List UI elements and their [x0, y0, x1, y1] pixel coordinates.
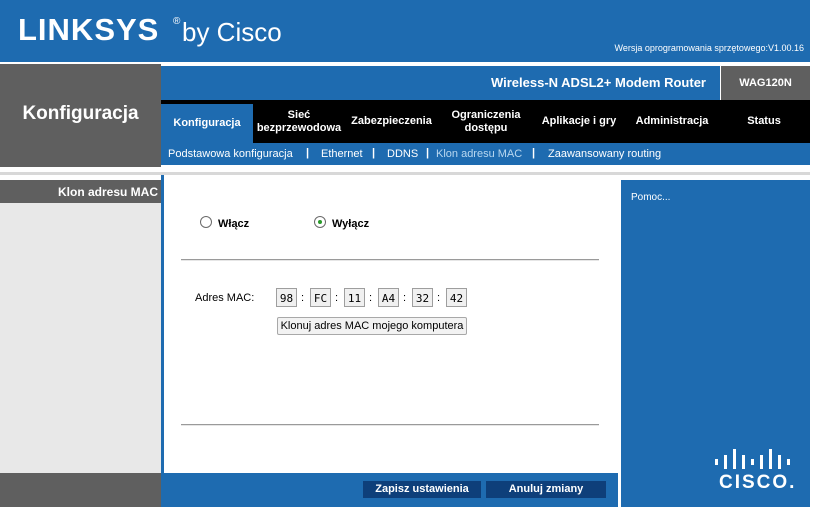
mac-octet-6-field[interactable]: 42 — [446, 288, 467, 307]
subnav-podstawowa-konfiguracja[interactable]: Podstawowa konfiguracja — [168, 148, 293, 160]
model-number: WAG120N — [721, 66, 810, 100]
subnav-ddns[interactable]: DDNS — [387, 148, 418, 160]
logo-by-cisco: by Cisco — [182, 17, 282, 47]
section-title: Konfiguracja — [22, 103, 139, 124]
subnav-zaawansowany-routing[interactable]: Zaawansowany routing — [548, 148, 661, 160]
left-footer — [0, 473, 161, 507]
mac-separator: : — [437, 292, 441, 304]
linksys-logo: LINKSYS — [18, 12, 160, 47]
left-panel — [0, 180, 161, 473]
product-name: Wireless-N ADSL2+ Modem Router — [490, 75, 706, 90]
page-subsection-label: Klon adresu MAC — [57, 185, 158, 199]
mac-address-label: Adres MAC: — [195, 292, 255, 304]
mac-octet-4-field[interactable]: A4 — [378, 288, 399, 307]
form-divider — [181, 259, 599, 261]
mac-octet-2-field[interactable]: FC — [310, 288, 331, 307]
firmware-version: Wersja oprogramowania sprzętowego:V1.00.… — [614, 43, 804, 53]
radio-enable[interactable] — [200, 216, 212, 228]
subnav-ethernet[interactable]: Ethernet — [321, 148, 363, 160]
radio-enable-label: Włącz — [218, 218, 250, 230]
logo-registered-mark: ® — [173, 16, 181, 27]
help-link[interactable]: Pomoc... — [631, 192, 670, 203]
radio-disable-label: Wyłącz — [332, 218, 370, 230]
save-settings-button[interactable]: Zapisz ustawienia — [363, 481, 481, 498]
subnav-separator: | — [372, 147, 376, 159]
divider — [0, 172, 810, 175]
clone-mac-button[interactable]: Klonuj adres MAC mojego komputera — [277, 317, 467, 335]
mac-octet-1-field[interactable]: 98 — [276, 288, 297, 307]
cisco-logo: CISCO. — [719, 472, 797, 493]
tab-aplikacje-i-gry[interactable]: Aplikacje i gry — [534, 100, 624, 143]
tab-ograniczenia-dostepu[interactable]: Ograniczenia dostępu — [440, 100, 532, 143]
cisco-bars-icon — [715, 449, 790, 469]
subnav-separator: | — [532, 147, 536, 159]
product-bar: Wireless-N ADSL2+ Modem Router — [161, 66, 720, 100]
tab-administracja[interactable]: Administracja — [626, 100, 718, 143]
mac-separator: : — [335, 292, 339, 304]
tab-zabezpieczenia[interactable]: Zabezpieczenia — [345, 100, 438, 143]
mac-separator: : — [403, 292, 407, 304]
tab-siec-bezprzewodowa[interactable]: Sieć bezprzewodowa — [253, 100, 345, 143]
mac-separator: : — [369, 292, 373, 304]
mac-octet-5-field[interactable]: 32 — [412, 288, 433, 307]
subnav-separator: | — [306, 147, 310, 159]
mac-separator: : — [301, 292, 305, 304]
subnav-separator: | — [426, 147, 430, 159]
form-divider — [181, 424, 599, 426]
cancel-changes-button[interactable]: Anuluj zmiany — [486, 481, 606, 498]
subnav-klon-adresu-mac[interactable]: Klon adresu MAC — [436, 148, 522, 160]
mac-octet-3-field[interactable]: 11 — [344, 288, 365, 307]
radio-disable[interactable] — [314, 216, 326, 228]
tab-status[interactable]: Status — [720, 100, 808, 143]
tab-konfiguracja[interactable]: Konfiguracja — [161, 104, 253, 143]
